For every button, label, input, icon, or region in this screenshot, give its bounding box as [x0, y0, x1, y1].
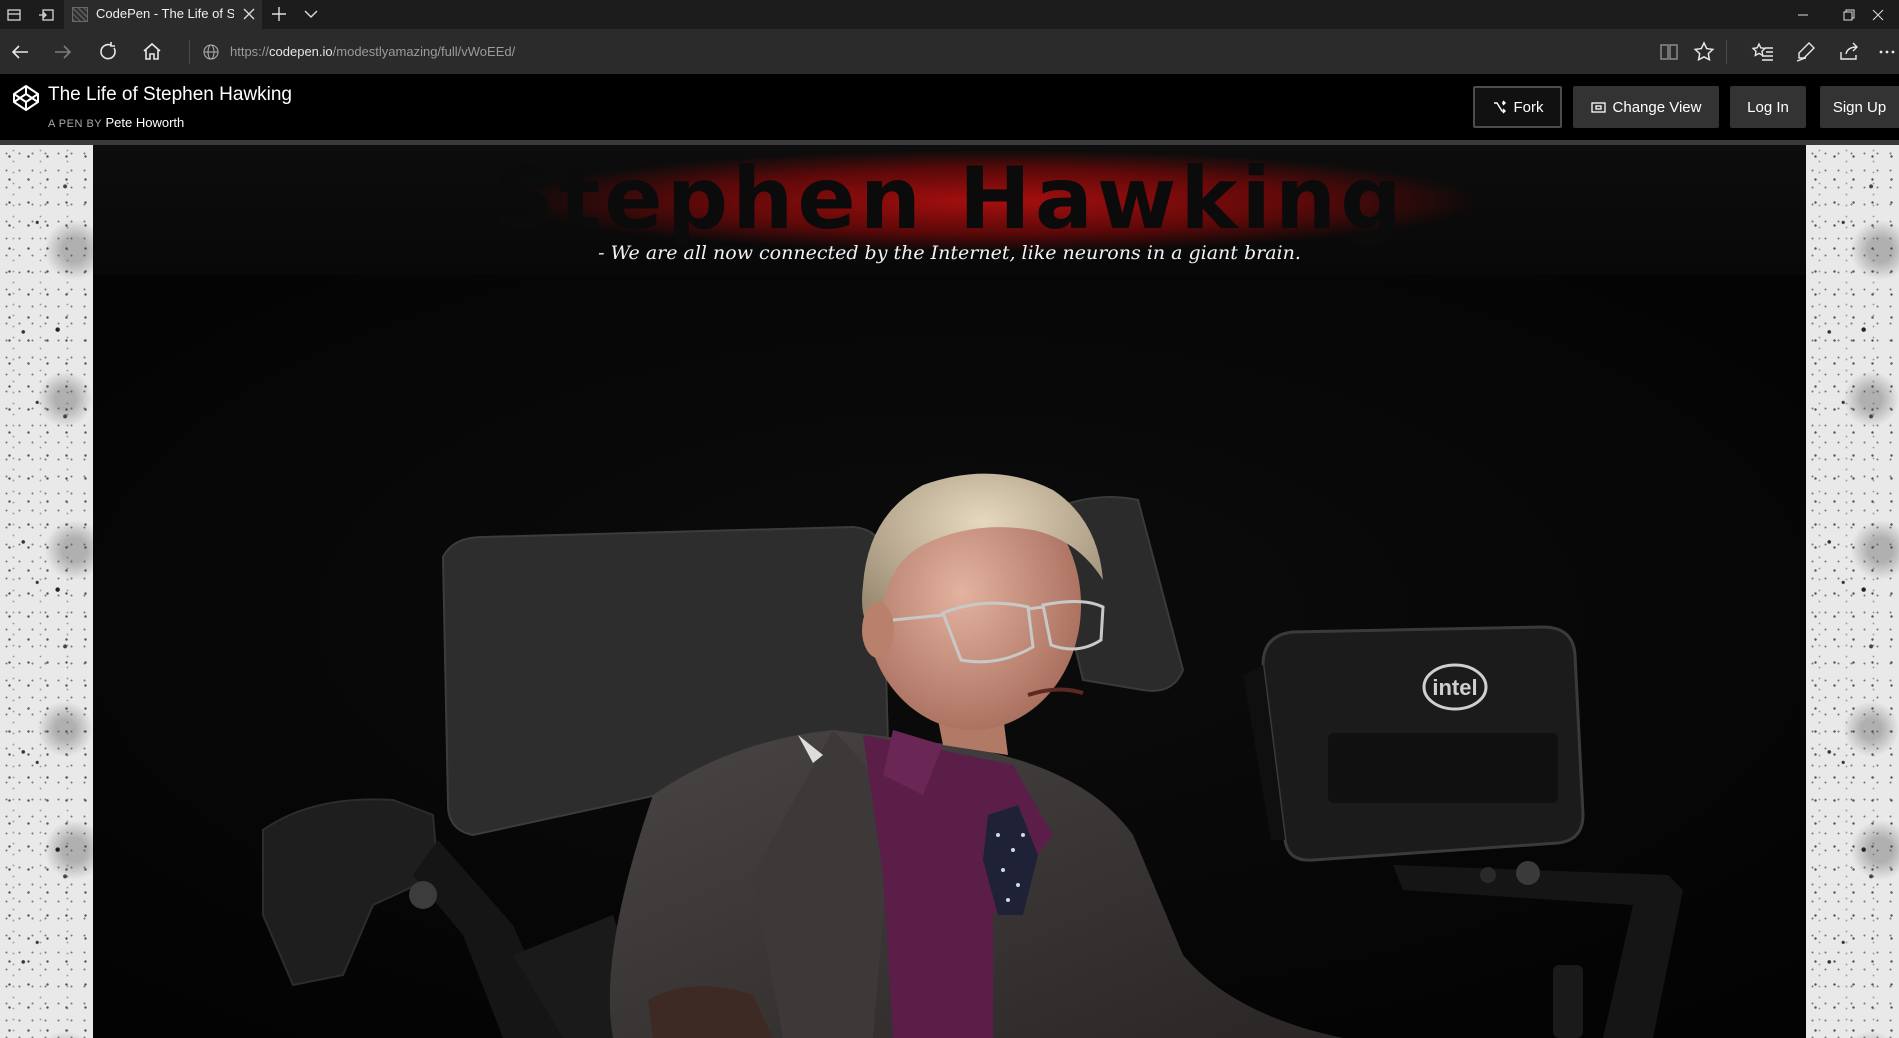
intel-logo-text: intel [1432, 675, 1477, 700]
hero-title: Stephen Hawking [493, 149, 1406, 249]
minimize-icon[interactable] [1780, 3, 1826, 27]
title-banner: Stephen Hawking - We are all now connect… [93, 145, 1806, 275]
back-arrow-icon[interactable] [8, 40, 32, 64]
codepen-logo-icon[interactable] [12, 84, 40, 112]
hero-section: Stephen Hawking - We are all now connect… [93, 145, 1806, 1038]
toolbar-divider [1726, 40, 1727, 64]
change-view-icon [1590, 101, 1606, 113]
home-icon[interactable] [140, 40, 164, 64]
tab-codepen[interactable]: CodePen - The Life of St [64, 0, 262, 29]
browser-tab-strip: CodePen - The Life of St [0, 0, 1899, 29]
sign-up-label: Sign Up [1832, 98, 1887, 116]
close-tab-icon[interactable] [240, 5, 258, 23]
tab-title: CodePen - The Life of St [96, 6, 234, 21]
tab-preview-chevron-icon[interactable] [302, 5, 320, 23]
reading-view-icon[interactable] [1657, 40, 1681, 64]
log-in-label: Log In [1747, 98, 1789, 116]
sign-up-button[interactable]: Sign Up [1820, 86, 1899, 128]
set-aside-tabs-icon[interactable] [37, 6, 55, 24]
address-bar[interactable]: https://codepen.io/modestlyamazing/full/… [198, 37, 1638, 67]
codepen-favicon-icon [72, 7, 88, 22]
fork-button[interactable]: Fork [1473, 86, 1562, 128]
codepen-header: The Life of Stephen Hawking A PEN BY Pet… [0, 74, 1899, 140]
fork-icon [1493, 100, 1506, 113]
hawking-photo: intel [93, 275, 1806, 1038]
refresh-icon[interactable] [96, 40, 120, 64]
change-view-label: Change View [1612, 98, 1702, 116]
log-in-button[interactable]: Log In [1730, 86, 1806, 128]
tab-actions-icon[interactable] [5, 6, 23, 24]
new-tab-icon[interactable] [270, 5, 288, 23]
web-note-pen-icon[interactable] [1794, 40, 1818, 64]
close-window-icon[interactable] [1872, 3, 1899, 27]
change-view-button[interactable]: Change View [1573, 86, 1719, 128]
favorite-star-icon[interactable] [1692, 40, 1716, 64]
url-text[interactable]: https://codepen.io/modestlyamazing/full/… [230, 44, 515, 59]
globe-icon [202, 43, 220, 61]
author-link[interactable]: Pete Howorth [106, 115, 185, 130]
starfield-background-left [0, 145, 93, 1038]
toolbar-divider [189, 40, 190, 64]
forward-arrow-icon[interactable] [51, 40, 75, 64]
share-icon[interactable] [1837, 40, 1861, 64]
hero-quote: - We are all now connected by the Intern… [598, 242, 1301, 264]
browser-toolbar: https://codepen.io/modestlyamazing/full/… [0, 29, 1899, 74]
fork-label: Fork [1513, 98, 1544, 116]
starfield-background-right [1806, 145, 1899, 1038]
favorites-hub-icon[interactable] [1751, 40, 1775, 64]
pen-title: The Life of Stephen Hawking [48, 84, 292, 105]
pen-byline: A PEN BY Pete Howorth [48, 115, 185, 130]
restore-icon[interactable] [1826, 3, 1872, 27]
more-menu-icon[interactable] [1876, 40, 1899, 64]
